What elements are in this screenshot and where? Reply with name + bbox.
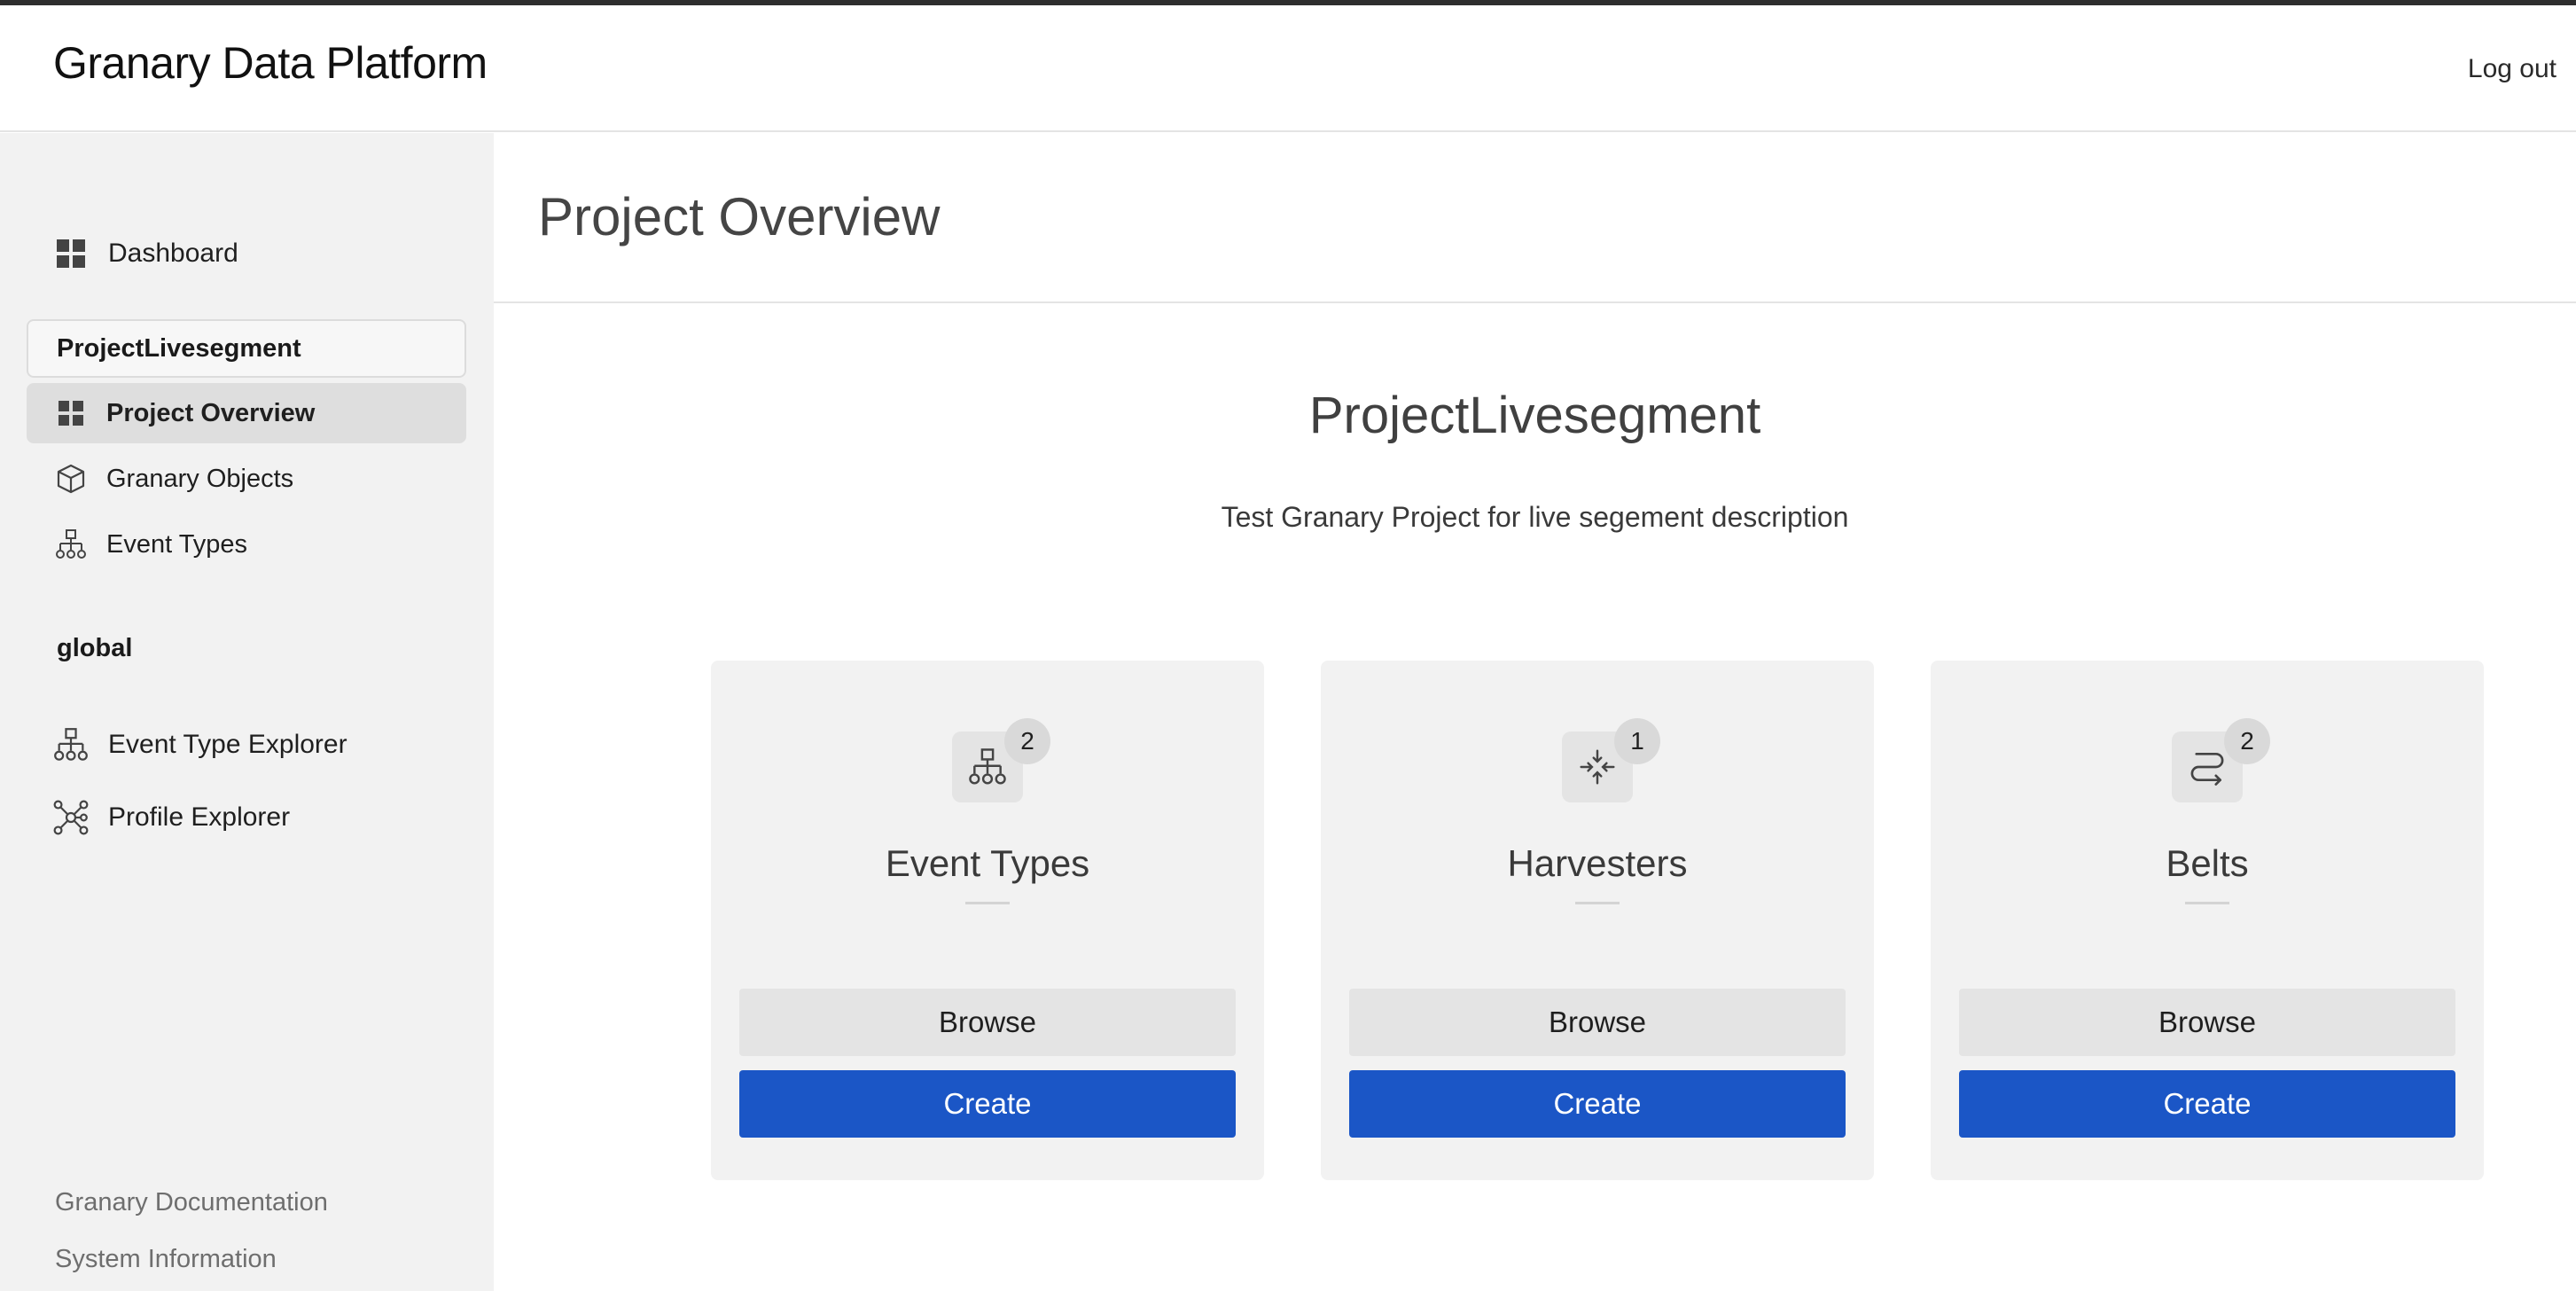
hierarchy-icon [53,727,89,763]
count-badge: 2 [2224,718,2270,764]
grid-icon [53,236,89,271]
hierarchy-icon [55,528,87,560]
sidebar-item-label: Event Types [106,529,248,559]
grid-icon [55,397,87,429]
logout-link[interactable]: Log out [2468,54,2556,84]
system-information-link[interactable]: System Information [55,1245,277,1274]
sidebar-item-label: Dashboard [108,239,238,268]
sidebar: Dashboard ProjectLivesegment Project Ove… [0,133,494,1291]
sidebar-item-label: Granary Objects [106,464,294,493]
count-badge: 1 [1614,718,1660,764]
project-selector[interactable]: ProjectLivesegment [27,319,466,378]
page-header: Project Overview [494,133,2576,303]
sidebar-item-label: Project Overview [106,398,316,427]
browse-button[interactable]: Browse [1959,989,2455,1056]
event-types-card: 2 Event Types Browse Create [711,661,1264,1180]
section-label-global: global [57,634,133,662]
app-title: Granary Data Platform [53,38,488,88]
sidebar-item-project-overview[interactable]: Project Overview [27,383,466,443]
create-button[interactable]: Create [739,1070,1236,1138]
main-content: Project Overview ProjectLivesegment Test… [494,133,2576,1291]
sidebar-item-event-types[interactable]: Event Types [27,514,466,575]
card-divider [1575,902,1620,904]
browse-button[interactable]: Browse [739,989,1236,1056]
project-name-heading: ProjectLivesegment [1308,387,1761,444]
sidebar-item-event-type-explorer[interactable]: Event Type Explorer [27,715,466,775]
card-title: Event Types [885,842,1090,884]
project-description: Test Granary Project for live segement d… [1221,501,1849,533]
card-title: Belts [2166,842,2249,884]
granary-documentation-link[interactable]: Granary Documentation [55,1188,328,1217]
count-badge: 2 [1004,718,1050,764]
browse-button[interactable]: Browse [1349,989,1846,1056]
network-icon [53,800,89,835]
sidebar-item-dashboard[interactable]: Dashboard [27,223,466,284]
harvesters-card: 1 Harvesters Browse Create [1321,661,1874,1180]
cube-icon [55,463,87,495]
sidebar-item-label: Event Type Explorer [108,730,347,759]
belts-card: 2 Belts Browse Create [1931,661,2484,1180]
card-divider [965,902,1010,904]
card-divider [2185,902,2229,904]
page-title: Project Overview [538,187,941,246]
sidebar-item-granary-objects[interactable]: Granary Objects [27,449,466,509]
app-header: Granary Data Platform Log out [0,5,2576,132]
card-title: Harvesters [1507,842,1688,884]
sidebar-item-profile-explorer[interactable]: Profile Explorer [27,787,466,848]
create-button[interactable]: Create [1349,1070,1846,1138]
create-button[interactable]: Create [1959,1070,2455,1138]
sidebar-item-label: Profile Explorer [108,802,291,832]
